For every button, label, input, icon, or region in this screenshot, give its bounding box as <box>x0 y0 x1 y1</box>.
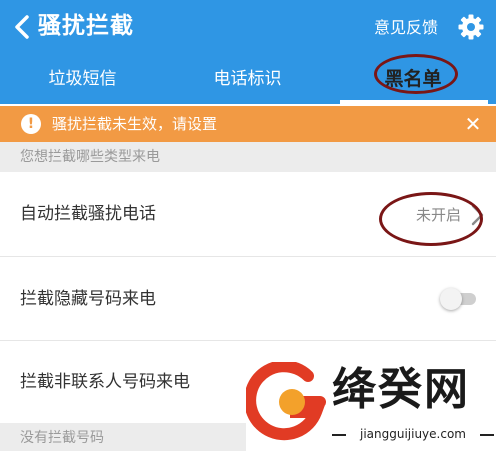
setting-row-hidden-numbers: 拦截隐藏号码来电 <box>0 257 496 341</box>
section-label: 没有拦截号码 <box>20 430 104 446</box>
warning-text: 骚扰拦截未生效，请设置 <box>52 115 218 133</box>
row-label: 自动拦截骚扰电话 <box>20 204 156 224</box>
annotation-circle-status <box>379 192 483 246</box>
close-icon[interactable]: ✕ <box>461 110 485 138</box>
back-button[interactable] <box>10 12 34 42</box>
row-label: 拦截隐藏号码来电 <box>20 289 156 309</box>
annotation-circle-tab <box>374 54 458 94</box>
toggle-switch[interactable] <box>440 287 476 311</box>
tab-caller-id[interactable]: 电话标识 <box>165 56 330 104</box>
settings-button[interactable] <box>457 13 485 41</box>
section-header-call-types: 您想拦截哪些类型来电 <box>0 142 496 172</box>
tab-spam-sms[interactable]: 垃圾短信 <box>0 56 165 104</box>
title-bar: 骚扰拦截 意见反馈 <box>0 0 496 52</box>
watermark-brand: 绛癸网 <box>332 364 470 415</box>
watermark: 绛癸网 jiangguijiuye.com <box>246 362 496 451</box>
exclamation-icon: ! <box>21 114 41 134</box>
section-header-blocked-numbers: 没有拦截号码 <box>0 423 246 451</box>
warning-banner[interactable]: ! 骚扰拦截未生效，请设置 ✕ <box>0 106 496 142</box>
section-label: 您想拦截哪些类型来电 <box>20 149 160 165</box>
watermark-url: jiangguijiuye.com <box>332 426 494 442</box>
feedback-button[interactable]: 意见反馈 <box>374 16 438 40</box>
app-header: 骚扰拦截 意见反馈 垃圾短信 电话标识 黑名单 <box>0 0 496 104</box>
watermark-logo-icon <box>246 362 326 441</box>
toggle-knob <box>440 288 462 310</box>
chevron-left-icon <box>15 15 29 39</box>
row-label: 拦截非联系人号码来电 <box>20 372 190 392</box>
page-title: 骚扰拦截 <box>38 13 134 39</box>
gear-icon <box>458 14 484 40</box>
active-tab-indicator <box>340 100 488 104</box>
